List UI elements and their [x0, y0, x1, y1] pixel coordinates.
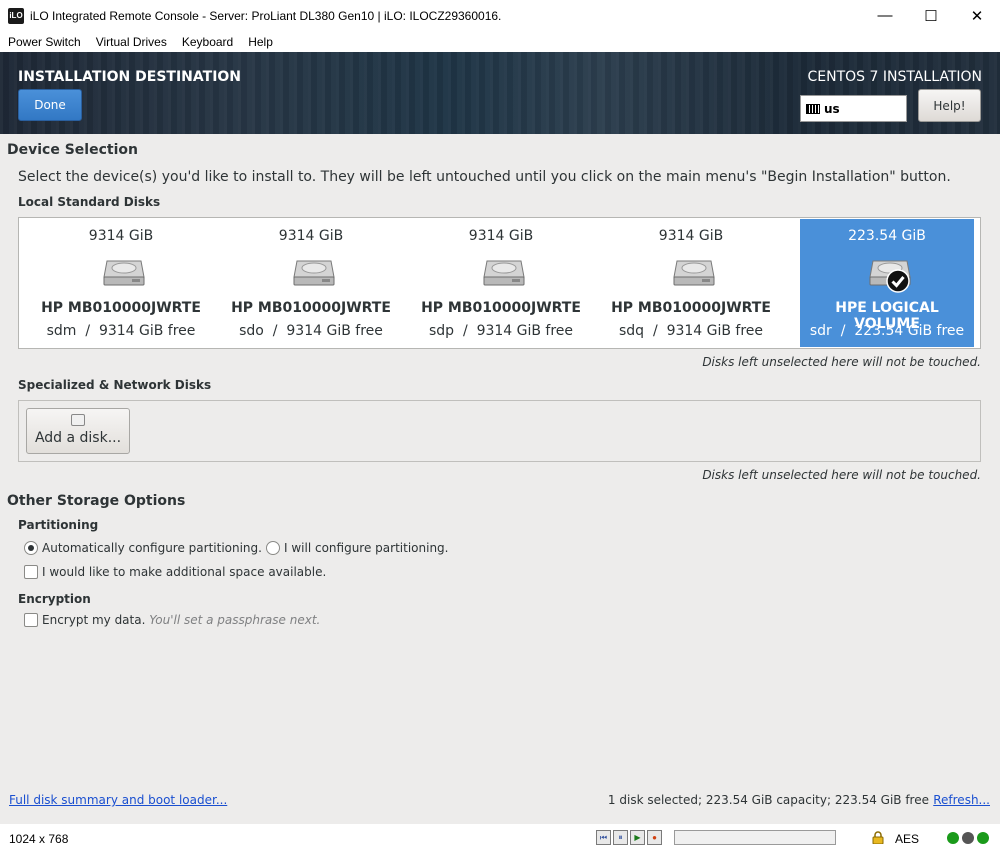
playback-controls: ⏮ ⏸ ▶ ●	[596, 830, 662, 845]
keyboard-layout-label: us	[824, 101, 840, 116]
anaconda-header: INSTALLATION DESTINATION Done CENTOS 7 I…	[0, 52, 1000, 134]
disk-capacity: 9314 GiB	[278, 228, 344, 244]
maximize-button[interactable]: ☐	[908, 0, 954, 31]
untouched-note: Disks left unselected here will not be t…	[702, 355, 981, 369]
auto-partition-label[interactable]: Automatically configure partitioning.	[42, 541, 262, 555]
hard-drive-icon	[293, 260, 335, 286]
partitioning-heading: Partitioning	[18, 518, 99, 532]
minimize-button[interactable]: —	[862, 0, 908, 31]
disk-sdp[interactable]: 9314 GiB HP MB010000JWRTE sdp / 9314 GiB…	[414, 219, 588, 347]
local-disks-heading: Local Standard Disks	[18, 195, 161, 209]
disk-sdm[interactable]: 9314 GiB HP MB010000JWRTE sdm / 9314 GiB…	[34, 219, 208, 347]
rewind-icon[interactable]: ⏮	[596, 830, 611, 845]
disk-add-icon	[71, 414, 85, 426]
play-icon[interactable]: ▶	[630, 830, 645, 845]
uid-status-icon	[962, 832, 974, 844]
resolution-readout: 1024 x 768	[9, 832, 69, 846]
disk-sdr[interactable]: 223.54 GiB HPE LOGICAL VOLUME sdr / 223.…	[800, 219, 974, 347]
menu-virtual-drives[interactable]: Virtual Drives	[88, 35, 174, 49]
record-icon[interactable]: ●	[647, 830, 662, 845]
disk-capacity: 9314 GiB	[88, 228, 154, 244]
encryption-heading: Encryption	[18, 592, 91, 606]
manual-partition-radio[interactable]	[266, 541, 280, 555]
refresh-link[interactable]: Refresh...	[933, 793, 990, 807]
local-disks-panel: 9314 GiB HP MB010000JWRTE sdm / 9314 GiB…	[18, 217, 981, 349]
encrypt-label[interactable]: Encrypt my data. You'll set a passphrase…	[42, 613, 320, 627]
hard-drive-icon	[103, 260, 145, 286]
disk-device-free: sdr / 223.54 GiB free	[809, 323, 965, 339]
page-title: INSTALLATION DESTINATION	[18, 69, 242, 85]
health-status-icon	[947, 832, 959, 844]
disk-model: HP MB010000JWRTE	[611, 300, 771, 316]
playback-progress-bar[interactable]	[674, 830, 836, 845]
disk-device-free: sdm / 9314 GiB free	[46, 323, 196, 339]
auto-partition-radio[interactable]	[24, 541, 38, 555]
status-lights	[947, 832, 989, 844]
specialized-disks-heading: Specialized & Network Disks	[18, 378, 212, 392]
selected-check-icon	[886, 269, 910, 293]
add-disk-button[interactable]: Add a disk...	[26, 408, 130, 454]
window-title: iLO Integrated Remote Console - Server: …	[30, 8, 502, 23]
menu-bar: Power Switch Virtual Drives Keyboard Hel…	[0, 31, 1000, 52]
disk-sdq[interactable]: 9314 GiB HP MB010000JWRTE sdq / 9314 GiB…	[604, 219, 778, 347]
lock-icon	[872, 831, 884, 844]
done-button[interactable]: Done	[18, 89, 82, 121]
disk-device-free: sdq / 9314 GiB free	[618, 323, 764, 339]
product-title: CENTOS 7 INSTALLATION	[807, 69, 982, 85]
menu-keyboard[interactable]: Keyboard	[174, 35, 240, 49]
disk-device-free: sdp / 9314 GiB free	[428, 323, 574, 339]
device-selection-instructions: Select the device(s) you'd like to insta…	[18, 169, 951, 185]
disk-model: HP MB010000JWRTE	[421, 300, 581, 316]
menu-power-switch[interactable]: Power Switch	[0, 35, 88, 49]
additional-space-label[interactable]: I would like to make additional space av…	[42, 565, 326, 579]
encryption-indicator: AES	[895, 832, 920, 846]
disk-model: HP MB010000JWRTE	[231, 300, 391, 316]
disk-summary-link[interactable]: Full disk summary and boot loader...	[9, 793, 227, 807]
window-titlebar: iLO iLO Integrated Remote Console - Serv…	[0, 0, 1000, 31]
help-button[interactable]: Help!	[918, 89, 981, 122]
additional-space-checkbox[interactable]	[24, 565, 38, 579]
specialized-disks-panel: Add a disk...	[18, 400, 981, 462]
disk-capacity: 9314 GiB	[658, 228, 724, 244]
hard-drive-icon	[483, 260, 525, 286]
add-disk-label: Add a disk...	[34, 430, 122, 446]
remote-console-screen[interactable]: INSTALLATION DESTINATION Done CENTOS 7 I…	[0, 52, 1000, 824]
disk-model: HP MB010000JWRTE	[41, 300, 201, 316]
close-button[interactable]: ✕	[954, 0, 1000, 31]
untouched-note-2: Disks left unselected here will not be t…	[702, 468, 981, 482]
manual-partition-label[interactable]: I will configure partitioning.	[284, 541, 448, 555]
ilo-app-icon: iLO	[8, 7, 24, 24]
other-storage-heading: Other Storage Options	[7, 493, 186, 509]
keyboard-layout-indicator[interactable]: us	[800, 95, 907, 122]
device-selection-heading: Device Selection	[7, 142, 138, 158]
encrypt-checkbox[interactable]	[24, 613, 38, 627]
menu-help[interactable]: Help	[240, 35, 280, 49]
selection-status: 1 disk selected; 223.54 GiB capacity; 22…	[607, 793, 929, 807]
ilo-status-bar: 1024 x 768 ⏮ ⏸ ▶ ● AES	[0, 824, 1000, 853]
encrypt-hint: You'll set a passphrase next.	[149, 613, 321, 627]
disk-capacity: 9314 GiB	[468, 228, 534, 244]
pause-icon[interactable]: ⏸	[613, 830, 628, 845]
disk-capacity: 223.54 GiB	[848, 228, 926, 244]
disk-device-free: sdo / 9314 GiB free	[239, 323, 383, 339]
hard-drive-icon	[673, 260, 715, 286]
keyboard-icon	[806, 103, 820, 114]
power-status-icon[interactable]	[977, 832, 989, 844]
disk-sdo[interactable]: 9314 GiB HP MB010000JWRTE sdo / 9314 GiB…	[224, 219, 398, 347]
